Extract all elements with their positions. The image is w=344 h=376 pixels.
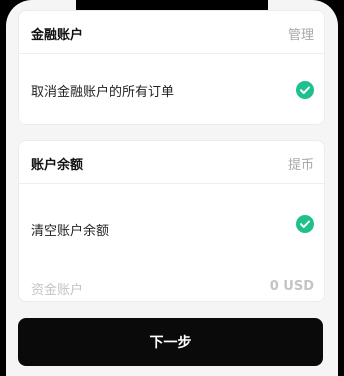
account-balance-title: 账户余额: [31, 158, 84, 173]
funding-account-value: 0 USD: [269, 279, 314, 294]
phone-screen: 金融账户 管理 取消金融账户的所有订单 账户余额 提币 清空账户余额 资金账户 …: [6, 0, 338, 376]
financial-account-title: 金融账户: [31, 28, 84, 43]
clear-balance-label: 清空账户余额: [31, 224, 110, 239]
funding-account-label: 资金账户: [31, 283, 84, 298]
manage-link[interactable]: 管理: [288, 24, 314, 43]
cancel-orders-label: 取消金融账户的所有订单: [31, 85, 175, 100]
account-balance-card: 账户余额 提币 清空账户余额 资金账户 0 USD: [18, 140, 325, 302]
financial-account-header: 金融账户 管理: [19, 11, 324, 54]
check-circle-icon[interactable]: [296, 81, 314, 99]
next-step-button[interactable]: 下一步: [18, 318, 323, 366]
withdraw-link[interactable]: 提币: [288, 154, 314, 173]
financial-account-card: 金融账户 管理 取消金融账户的所有订单: [18, 10, 325, 125]
account-balance-header: 账户余额 提币: [19, 141, 324, 184]
check-circle-icon[interactable]: [296, 215, 314, 233]
